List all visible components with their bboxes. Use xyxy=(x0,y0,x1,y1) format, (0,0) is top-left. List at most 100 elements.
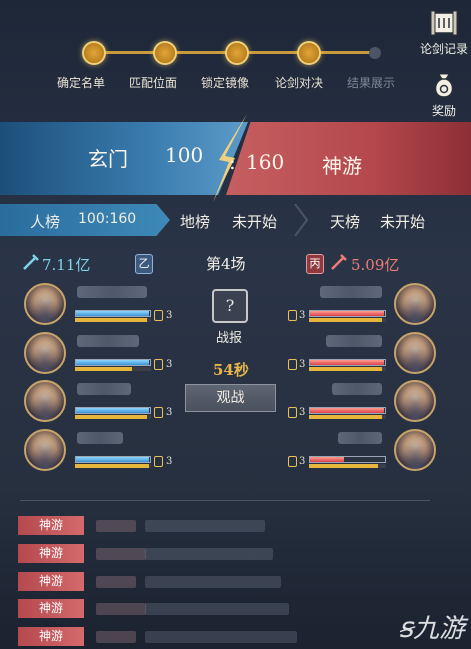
log-player-name xyxy=(96,548,146,560)
stage-dot-1 xyxy=(82,41,106,65)
log-team-badge: 神游 xyxy=(18,572,84,591)
left-player-level: 3 xyxy=(166,359,173,370)
left-player-energy-bar xyxy=(75,318,151,322)
right-player-hp-bar xyxy=(309,456,386,463)
watermark-s-icon: ꞩ xyxy=(398,611,413,644)
left-player-name xyxy=(77,286,147,298)
log-detail xyxy=(145,603,289,615)
lock-icon xyxy=(288,456,297,467)
reward-button-label: 奖励 xyxy=(431,104,456,118)
log-player-name xyxy=(96,576,136,588)
left-player-avatar[interactable] xyxy=(24,380,66,422)
log-player-name xyxy=(96,631,136,643)
lock-icon xyxy=(154,359,163,370)
right-player-level: 3 xyxy=(299,456,306,467)
tab-human-rank-status: 100:160 xyxy=(78,211,137,227)
right-player-level: 3 xyxy=(299,359,306,370)
battle-report-label: 战报 xyxy=(216,331,243,346)
stage-label-2: 匹配位面 xyxy=(129,76,178,90)
left-grade-badge: 乙 xyxy=(135,254,153,274)
right-team-score: 160 xyxy=(246,150,285,174)
left-player-avatar[interactable] xyxy=(24,332,66,374)
left-team-name: 玄门 xyxy=(88,147,128,171)
left-grade-text: 乙 xyxy=(138,257,150,270)
left-player-hp-bar xyxy=(75,310,151,317)
left-player-level: 3 xyxy=(166,310,173,321)
right-player-hp-bar xyxy=(309,407,386,414)
log-team-badge: 神游 xyxy=(18,516,84,535)
right-player-energy-bar xyxy=(309,415,386,419)
stage-label-4: 论剑对决 xyxy=(275,76,324,90)
left-player-level: 3 xyxy=(166,456,173,467)
right-grade-text: 丙 xyxy=(309,257,321,270)
energy-fill xyxy=(309,464,379,468)
hp-fill xyxy=(310,360,384,365)
log-team-badge: 神游 xyxy=(18,627,84,646)
energy-fill xyxy=(309,318,383,322)
battle-report-button[interactable]: ? xyxy=(212,289,248,323)
stage-dot-3 xyxy=(225,41,249,65)
countdown-timer: 54秒 xyxy=(213,361,249,379)
left-player-hp-bar xyxy=(75,359,151,366)
right-player-name xyxy=(332,383,382,395)
lock-icon xyxy=(288,310,297,321)
hp-fill xyxy=(310,408,384,413)
right-player-avatar[interactable] xyxy=(394,283,436,325)
report-scroll-icon: ? xyxy=(225,296,235,315)
left-player-avatar[interactable] xyxy=(24,283,66,325)
right-grade-badge: 丙 xyxy=(306,254,324,274)
log-detail xyxy=(145,520,265,532)
money-bag-icon xyxy=(434,73,454,98)
right-player-name xyxy=(320,286,382,298)
log-detail xyxy=(145,576,281,588)
right-player-energy-bar xyxy=(309,464,386,468)
energy-fill xyxy=(309,415,383,419)
left-team-score: 100 xyxy=(165,143,204,167)
energy-fill xyxy=(75,367,132,371)
stage-dot-2 xyxy=(153,41,177,65)
right-power: 5.09亿 xyxy=(351,256,400,274)
record-button[interactable]: 论剑记录 xyxy=(417,8,471,57)
left-player-energy-bar xyxy=(75,415,151,419)
log-team-badge: 神游 xyxy=(18,544,84,563)
hp-fill xyxy=(310,457,344,462)
watch-battle-button[interactable]: 观战 xyxy=(185,384,276,412)
left-player-energy-bar xyxy=(75,367,151,371)
stage-label-3: 锁定镜像 xyxy=(201,76,250,90)
watch-battle-label: 观战 xyxy=(216,390,245,406)
stage-dot-5 xyxy=(369,47,381,59)
left-player-avatar[interactable] xyxy=(24,429,66,471)
left-player-name xyxy=(77,432,123,444)
right-player-avatar[interactable] xyxy=(394,429,436,471)
sword-power-icon-right xyxy=(331,254,347,270)
right-player-level: 3 xyxy=(299,310,306,321)
hp-fill xyxy=(76,360,149,365)
left-power: 7.11亿 xyxy=(42,256,91,274)
right-player-avatar[interactable] xyxy=(394,332,436,374)
energy-fill xyxy=(75,415,148,419)
reward-button[interactable]: 奖励 xyxy=(417,70,471,119)
lock-icon xyxy=(154,407,163,418)
log-player-name xyxy=(96,603,146,615)
energy-fill xyxy=(309,367,383,371)
watermark-text: 九游 xyxy=(412,614,465,644)
lock-icon xyxy=(288,359,297,370)
log-detail xyxy=(145,631,297,643)
energy-fill xyxy=(75,464,149,468)
left-player-hp-bar xyxy=(75,456,151,463)
round-title: 第4场 xyxy=(206,255,246,273)
stage-label-1: 确定名单 xyxy=(57,76,106,90)
hp-fill xyxy=(310,311,384,316)
right-player-hp-bar xyxy=(309,359,386,366)
hp-fill xyxy=(76,311,149,316)
right-player-name xyxy=(326,335,382,347)
lock-icon xyxy=(154,310,163,321)
right-player-energy-bar xyxy=(309,318,386,322)
scroll-icon xyxy=(430,10,458,36)
left-player-name xyxy=(77,383,131,395)
record-button-label: 论剑记录 xyxy=(419,42,468,56)
tab-heaven-rank-status: 未开始 xyxy=(380,213,426,231)
hp-fill xyxy=(76,408,149,413)
right-player-avatar[interactable] xyxy=(394,380,436,422)
left-player-energy-bar xyxy=(75,464,151,468)
